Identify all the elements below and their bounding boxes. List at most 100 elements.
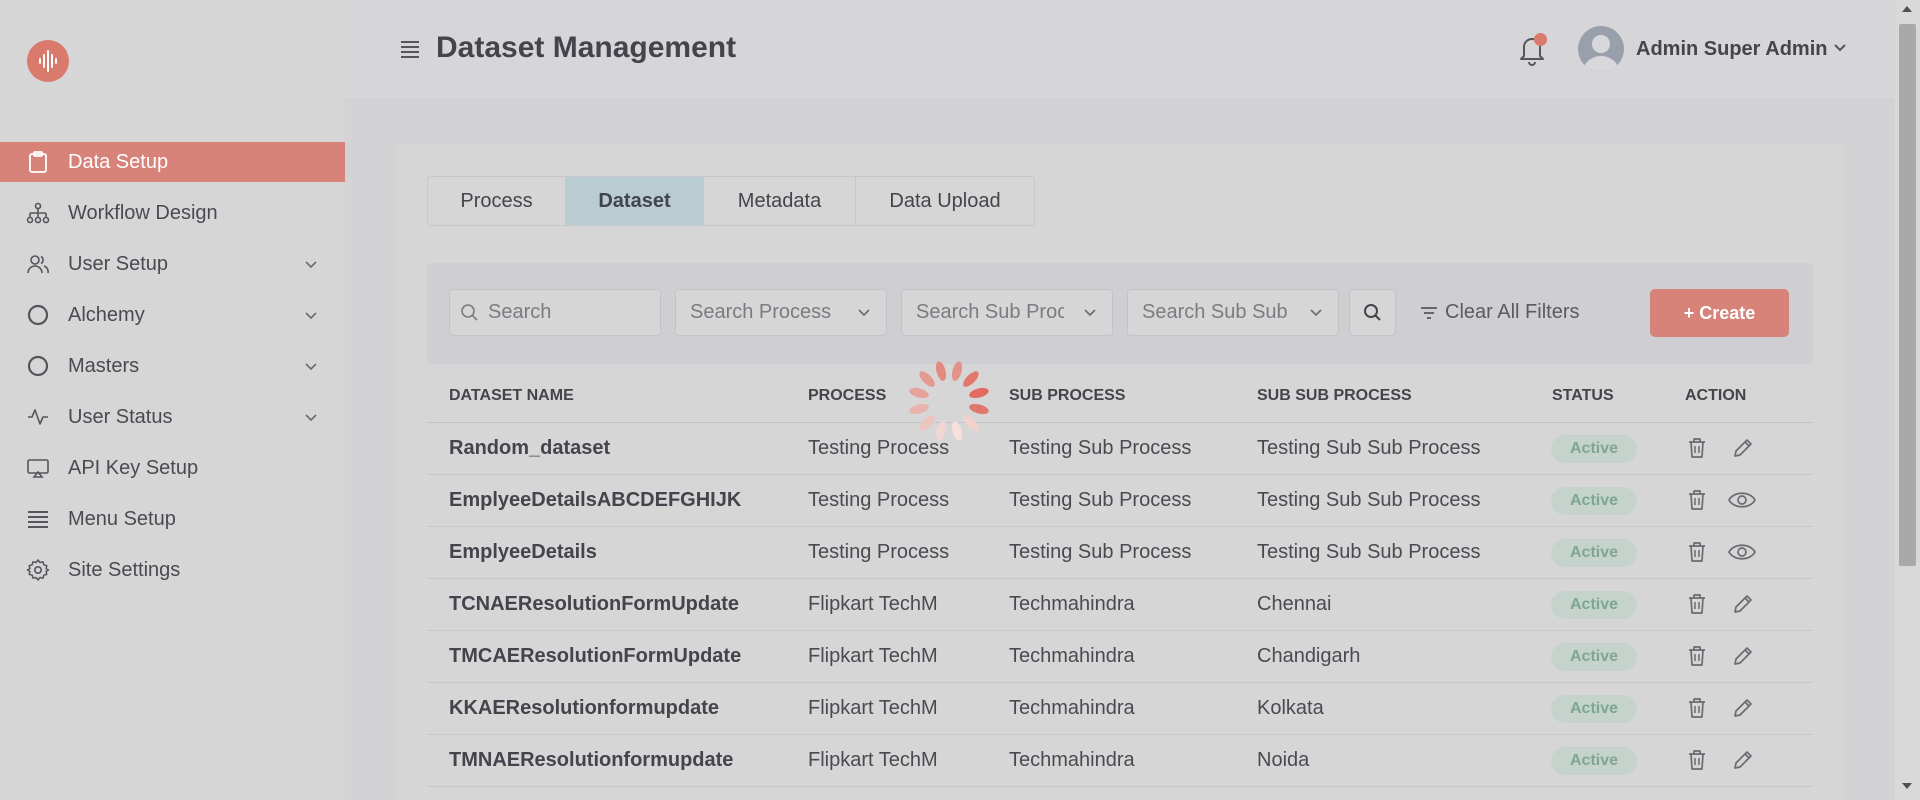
delete-icon[interactable] [1686,488,1708,517]
sidebar-item-label: Site Settings [68,558,181,581]
chevron-down-icon [1084,309,1096,317]
edit-icon[interactable] [1731,748,1755,777]
process-cell: Flipkart TechM [808,749,938,771]
chevron-down-icon [305,256,317,274]
sidebar-item-label: User Setup [68,252,169,275]
spinner-petal [909,387,929,399]
spinner-petal [935,361,947,381]
search-button[interactable] [1349,289,1396,336]
process-cell: Flipkart TechM [808,645,938,667]
chevron-down-icon [305,358,317,376]
search-input[interactable]: Search [449,289,661,336]
sub-process-cell: Testing Sub Process [1009,489,1192,511]
sidebar-item-alchemy[interactable]: Alchemy [0,295,345,335]
sidebar-item-label: User Status [68,405,173,428]
sub-process-cell: Techmahindra [1009,645,1135,667]
table-row: TCNAEResolutionFormUpdate Flipkart TechM T… [427,579,1813,631]
chevron-down-icon [858,309,870,317]
search-icon [1363,303,1381,321]
sidebar-item-data-setup[interactable]: Data Setup [0,142,345,182]
spinner-petal [951,421,963,441]
status-badge: Active [1551,487,1637,515]
filter-icon [1421,306,1437,319]
dataset-name-cell: EmplyeeDetails [449,541,597,563]
spinner-petal [969,403,989,415]
status-badge: Active [1551,643,1637,671]
spinner-petal [969,387,989,399]
delete-icon[interactable] [1686,748,1708,777]
table-row: TMCAEResolutionFormUpdate Flipkart TechM T… [427,631,1813,683]
sidebar-item-user-status[interactable]: User Status [0,397,345,437]
sidebar-nav: Data Setup Workflow Design User Setup Alche… [0,142,345,601]
column-header: ACTION [1685,387,1747,404]
process-select[interactable]: Search Process [675,289,887,336]
delete-icon[interactable] [1686,436,1708,465]
edit-icon[interactable] [1731,644,1755,673]
dataset-name-cell: KKAEResolutionformupdate [449,697,719,719]
create-button[interactable]: + Create [1650,289,1789,337]
header: Dataset Management Admin Super Admin [345,0,1895,100]
sub-sub-process-cell: Kolkata [1257,697,1324,719]
column-header: SUB SUB PROCESS [1257,387,1412,404]
sub-sub-process-cell: Chandigarh [1257,645,1361,667]
sub-sub-process-select[interactable]: Search Sub Sub [1127,289,1339,336]
table-header: DATASET NAME PROCESS SUB PROCESS SUB SUB… [427,367,1813,423]
edit-icon[interactable] [1731,592,1755,621]
status-badge: Active [1551,435,1637,463]
spinner-petal [963,371,979,387]
sub-process-select-placeholder: Search Sub Proc [916,301,1064,323]
spinner-petal [963,415,979,431]
sidebar-item-api-key-setup[interactable]: API Key Setup [0,448,345,488]
chevron-down-icon[interactable] [1834,44,1846,52]
sidebar: Data Setup Workflow Design User Setup Alche… [0,0,345,800]
process-cell: Testing Process [808,541,950,563]
vertical-scrollbar[interactable] [1895,0,1920,800]
tab-data-upload[interactable]: Data Upload [856,177,1034,225]
table-row: TMNAEResolutionformupdate Flipkart TechM T… [427,735,1813,787]
delete-icon[interactable] [1686,592,1708,621]
spinner-petal [951,361,963,381]
dataset-name-cell: EmplyeeDetailsABCDEFGHIJK [449,489,742,511]
logo[interactable] [27,40,69,82]
edit-icon[interactable] [1731,436,1755,465]
sidebar-item-label: Workflow Design [68,201,218,224]
tab-metadata[interactable]: Metadata [704,177,856,225]
sidebar-item-site-settings[interactable]: Site Settings [0,550,345,590]
table-row: EmplyeeDetailsABCDEFGHIJK Testing Process… [427,475,1813,527]
tab-dataset[interactable]: Dataset [566,177,704,225]
sidebar-item-label: Alchemy [68,303,145,326]
scrollbar-thumb[interactable] [1899,24,1916,566]
process-select-placeholder: Search Process [690,301,832,323]
view-icon[interactable] [1727,488,1757,517]
table-row: KKAEResolutionformupdate Flipkart TechM Te… [427,683,1813,735]
edit-icon[interactable] [1731,696,1755,725]
table-body: Random_dataset Testing Process Testing Sub… [427,423,1813,787]
chevron-down-icon [1310,309,1322,317]
tab-bar: Process Dataset Metadata Data Upload [427,176,1035,226]
avatar[interactable] [1578,26,1624,72]
clear-filters-button[interactable]: Clear All Filters [1420,301,1579,324]
hamburger-menu-icon[interactable] [400,40,420,58]
sitemap-icon [26,201,50,225]
view-icon[interactable] [1727,540,1757,569]
column-header: PROCESS [808,387,887,404]
delete-icon[interactable] [1686,540,1708,569]
process-cell: Flipkart TechM [808,593,938,615]
sidebar-item-user-setup[interactable]: User Setup [0,244,345,284]
sidebar-item-workflow-design[interactable]: Workflow Design [0,193,345,233]
delete-icon[interactable] [1686,644,1708,673]
scroll-down-arrow-icon[interactable] [1902,783,1912,789]
sidebar-item-menu-setup[interactable]: Menu Setup [0,499,345,539]
sub-process-select[interactable]: Search Sub Proc [901,289,1113,336]
list-icon [26,507,50,531]
sidebar-item-masters[interactable]: Masters [0,346,345,386]
dataset-name-cell: TMCAEResolutionFormUpdate [449,645,742,667]
scroll-up-arrow-icon[interactable] [1902,6,1912,12]
delete-icon[interactable] [1686,696,1708,725]
tab-process[interactable]: Process [428,177,566,225]
search-icon [461,303,478,321]
spinner-petal [919,415,935,431]
sidebar-item-label: Data Setup [68,150,169,173]
sub-sub-process-cell: Testing Sub Sub Process [1257,541,1481,563]
user-name[interactable]: Admin Super Admin [1636,38,1827,61]
